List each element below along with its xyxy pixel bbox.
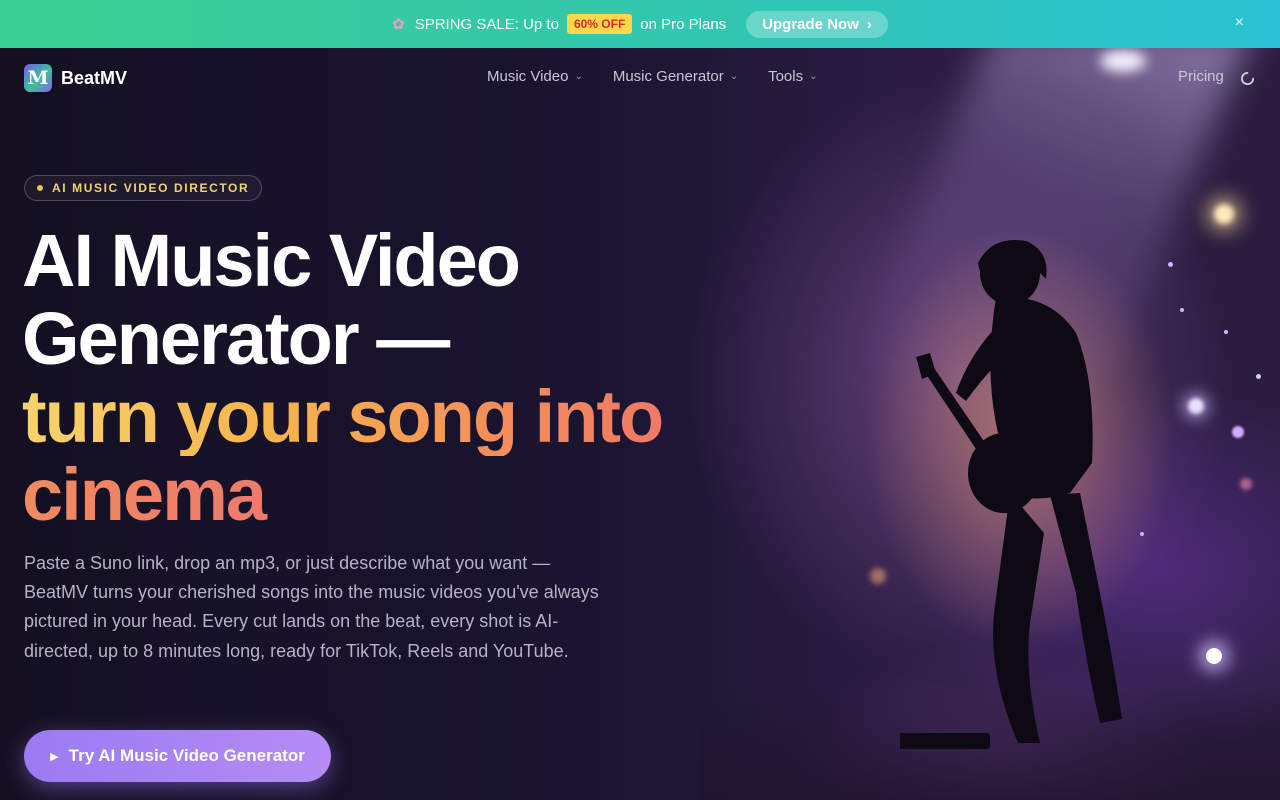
try-generator-label: Try AI Music Video Generator	[68, 746, 305, 765]
promo-text-after: on Pro Plans	[640, 15, 727, 33]
pricing-link[interactable]: Pricing	[1178, 68, 1224, 85]
headline-line-4: cinema	[22, 456, 742, 534]
discount-badge: 60% OFF	[566, 14, 633, 34]
hero-section: AI MUSIC VIDEO DIRECTOR AI Music Video G…	[0, 48, 1280, 800]
brand-name: BeatMV	[61, 67, 128, 88]
menu-item-music-generator[interactable]: Music Generator ⌄	[613, 68, 738, 85]
stage-light	[1188, 398, 1204, 414]
chevron-down-icon: ⌄	[809, 71, 818, 82]
stage-light	[1168, 262, 1173, 267]
stage-light	[1224, 330, 1228, 334]
stage-light	[1256, 374, 1261, 379]
top-nav: M BeatMV Music Video ⌄ Music Generator ⌄…	[0, 48, 1280, 106]
menu-item-label: Music Video	[487, 68, 569, 85]
main-menu: Music Video ⌄ Music Generator ⌄ Tools ⌄	[487, 68, 818, 85]
promo-text: SPRING SALE: Up to	[414, 15, 559, 33]
promo-banner: ✿ SPRING SALE: Up to 60% OFF on Pro Plan…	[0, 0, 1280, 48]
stage-light	[1214, 204, 1234, 224]
close-icon[interactable]: ×	[1235, 14, 1244, 32]
eyebrow-label: AI MUSIC VIDEO DIRECTOR	[52, 181, 250, 195]
chevron-down-icon: ⌄	[574, 71, 583, 82]
stage-light	[1232, 426, 1244, 438]
menu-item-label: Music Generator	[612, 68, 724, 85]
stage-light	[1240, 478, 1252, 490]
try-generator-button[interactable]: ▶ Try AI Music Video Generator	[24, 730, 331, 782]
stage-light	[1206, 648, 1222, 664]
eyebrow-badge: AI MUSIC VIDEO DIRECTOR	[24, 175, 263, 201]
hero-headline: AI Music Video Generator — turn your son…	[22, 222, 742, 534]
headline-line-3: turn your song into	[22, 378, 742, 456]
menu-item-label: Tools	[768, 68, 804, 85]
menu-item-tools[interactable]: Tools ⌄	[768, 68, 817, 85]
stage-light	[1140, 532, 1144, 536]
play-icon: ▶	[50, 750, 59, 763]
hero-description: Paste a Suno link, drop an mp3, or just …	[24, 553, 599, 661]
chevron-down-icon: ⌄	[729, 71, 739, 82]
brand-logo[interactable]: M BeatMV	[24, 64, 127, 92]
stage-light	[1180, 308, 1184, 312]
status-dot	[37, 185, 43, 191]
headline-line-2: Generator —	[22, 297, 450, 380]
spinner-icon	[1241, 72, 1254, 85]
upgrade-now-button[interactable]: Upgrade Now ›	[746, 10, 888, 38]
chevron-right-icon: ›	[866, 15, 872, 33]
headline-line-1: AI Music Video	[22, 219, 521, 302]
guitarist-silhouette	[900, 239, 1122, 749]
stage-light	[870, 568, 886, 584]
upgrade-now-label: Upgrade Now	[762, 15, 859, 33]
logo-mark-icon: M	[24, 64, 52, 92]
menu-item-music-video[interactable]: Music Video ⌄	[487, 68, 583, 85]
flower-icon: ✿	[392, 16, 405, 33]
